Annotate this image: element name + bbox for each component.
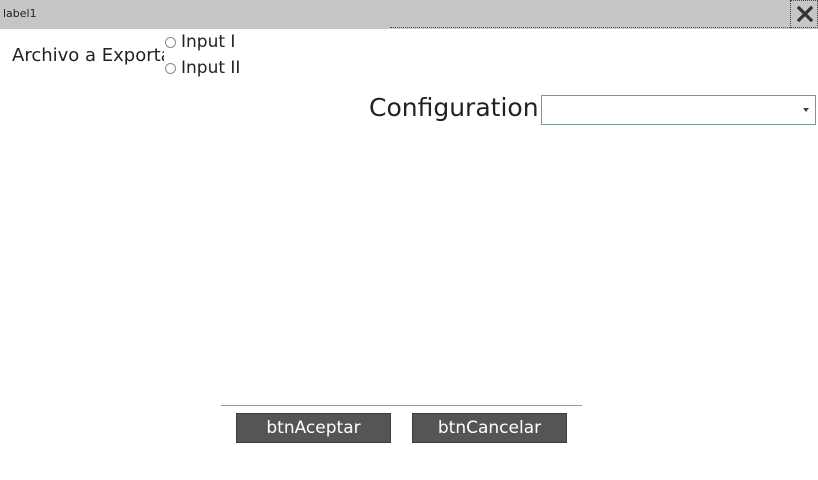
- close-icon: [797, 6, 813, 22]
- close-button[interactable]: [790, 0, 818, 28]
- window-title: label1: [3, 7, 37, 20]
- radio-label-input-2: Input II: [181, 58, 241, 78]
- radio-input-1[interactable]: Input I: [165, 31, 235, 53]
- title-bar: label1: [0, 0, 818, 29]
- configuration-label: Configuration :: [369, 93, 541, 122]
- accept-button[interactable]: btnAceptar: [236, 413, 391, 443]
- button-divider: [221, 405, 582, 406]
- radio-label-input-1: Input I: [181, 32, 236, 52]
- radio-input-2[interactable]: Input II: [165, 57, 240, 79]
- chevron-down-icon: [803, 108, 809, 112]
- cancel-button[interactable]: btnCancelar: [412, 413, 567, 443]
- radio-circle-input-2[interactable]: [165, 62, 176, 74]
- configuration-select[interactable]: [541, 95, 816, 125]
- export-file-label: Archivo a Exportar: [12, 45, 164, 66]
- radio-circle-input-1[interactable]: [165, 36, 176, 48]
- title-bar-focus-line: [390, 27, 790, 28]
- export-dialog: label1 Archivo a Exportar Input I Input …: [0, 0, 818, 480]
